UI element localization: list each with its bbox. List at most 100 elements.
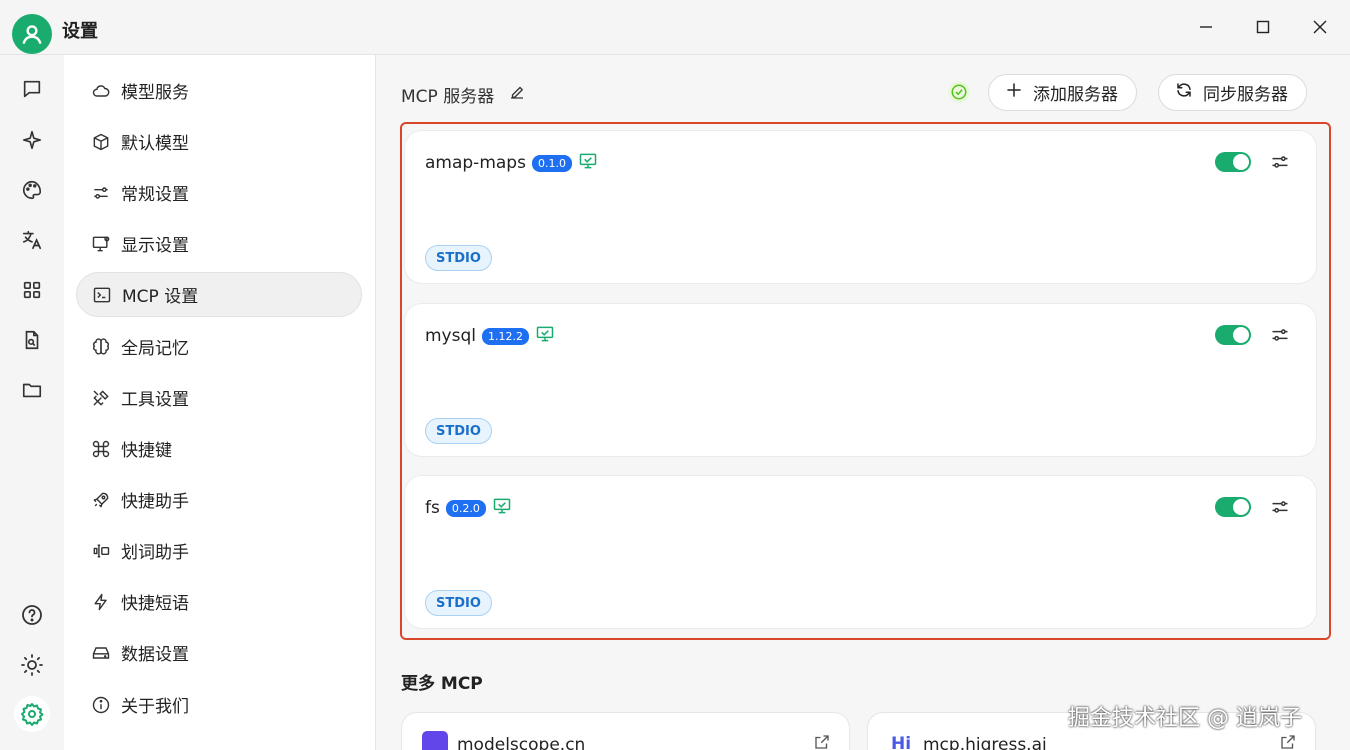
transport-tag: STDIO [425,245,492,271]
server-header: mysql 1.12.2 [425,324,555,348]
menu-item-selection-assistant[interactable]: 划词助手 [76,528,362,573]
server-card[interactable]: fs 0.2.0 STDIO [404,475,1317,629]
menu-item-label: 全局记忆 [121,339,189,359]
menu-item-label: 常规设置 [121,185,189,205]
server-card[interactable]: mysql 1.12.2 STDIO [404,303,1317,457]
sliders-icon [90,182,112,204]
watermark: 掘金技术社区 @ 逍岚子 [1068,706,1302,731]
tools-icon [90,387,112,409]
menu-item-tool-settings[interactable]: 工具设置 [76,375,362,420]
server-enable-toggle[interactable] [1215,497,1251,517]
server-header: amap-maps 0.1.0 [425,151,598,175]
palette-icon[interactable] [14,172,50,208]
server-settings-icon[interactable] [1268,150,1292,174]
text-select-icon [90,540,112,562]
transport-tag: STDIO [425,590,492,616]
window-title: 设置 [62,21,98,42]
menu-item-label: 快捷短语 [121,594,189,614]
translate-icon[interactable] [14,222,50,258]
menu-item-global-memory[interactable]: 全局记忆 [76,324,362,369]
add-server-button[interactable]: 添加服务器 [988,74,1137,111]
site-name: mcp.higress.ai [923,735,1047,750]
menu-item-label: 快捷助手 [121,492,189,512]
menu-item-label: 模型服务 [121,83,189,103]
terminal-icon [91,284,113,306]
title-bar: 设置 [0,0,1350,55]
server-name: fs [425,498,440,518]
monitor-icon [535,324,555,348]
external-link-icon [813,733,831,750]
transport-tag: STDIO [425,418,492,444]
version-badge: 1.12.2 [482,327,529,345]
server-card[interactable]: amap-maps 0.1.0 STDIO [404,130,1317,284]
site-card-modelscope[interactable]: modelscope.cn [401,712,850,750]
menu-item-label: 显示设置 [121,236,189,256]
icon-rail [0,55,64,750]
hard-drive-icon [90,642,112,664]
site-name: modelscope.cn [457,735,586,750]
settings-gear-icon[interactable] [14,696,50,732]
minimize-button[interactable] [1191,12,1221,42]
server-header: fs 0.2.0 [425,496,512,520]
maximize-button[interactable] [1248,12,1278,42]
sun-icon[interactable] [14,647,50,683]
menu-item-mcp-settings[interactable]: MCP 设置 [76,272,362,317]
menu-item-label: 工具设置 [121,390,189,410]
more-mcp-title: 更多 MCP [401,674,483,694]
user-avatar-icon[interactable] [12,14,52,54]
server-name: mysql [425,326,476,346]
version-badge: 0.2.0 [445,499,486,517]
server-settings-icon[interactable] [1268,495,1292,519]
command-icon [90,438,112,460]
menu-item-quick-phrases[interactable]: 快捷短语 [76,579,362,624]
monitor-icon [578,151,598,175]
menu-item-quick-assistant[interactable]: 快捷助手 [76,477,362,522]
close-button[interactable] [1305,12,1335,42]
server-name: amap-maps [425,153,526,173]
add-server-label: 添加服务器 [1033,85,1118,105]
sync-server-button[interactable]: 同步服务器 [1158,74,1307,111]
menu-item-shortcuts[interactable]: 快捷键 [76,426,362,471]
menu-item-label: 数据设置 [121,645,189,665]
sparkle-icon[interactable] [14,122,50,158]
apps-grid-icon[interactable] [14,272,50,308]
page-title-text: MCP 服务器 [401,87,495,107]
menu-item-label: 默认模型 [121,134,189,154]
server-enable-toggle[interactable] [1215,152,1251,172]
cube-icon [90,131,112,153]
file-search-icon[interactable] [14,322,50,358]
menu-item-label: MCP 设置 [122,287,199,307]
menu-item-default-model[interactable]: 默认模型 [76,119,362,164]
info-icon [90,694,112,716]
menu-item-model-service[interactable]: 模型服务 [76,68,362,113]
edit-icon[interactable] [508,83,526,106]
chat-icon[interactable] [14,71,50,107]
server-list: amap-maps 0.1.0 STDIO mysql 1.12.2 STDIO… [400,122,1331,640]
menu-item-label: 快捷键 [121,441,172,461]
plus-icon [1005,81,1023,104]
menu-item-general-settings[interactable]: 常规设置 [76,170,362,215]
server-enable-toggle[interactable] [1215,325,1251,345]
external-link-icon [1279,733,1297,750]
server-settings-icon[interactable] [1268,323,1292,347]
monitor-icon [492,496,512,520]
mcp-content: MCP 服务器 添加服务器 同步服务器 amap-maps 0.1.0 STDI… [376,55,1350,750]
settings-menu: 模型服务 默认模型 常规设置 显示设置 MCP 设置 全局记忆 工具设置 快捷键… [64,55,376,750]
version-badge: 0.1.0 [531,154,572,172]
cloud-icon [90,80,112,102]
menu-item-about-us[interactable]: 关于我们 [76,682,362,727]
folder-icon[interactable] [14,372,50,408]
monitor-settings-icon [90,233,112,255]
sync-icon [1175,81,1193,104]
help-icon[interactable] [14,597,50,633]
sync-server-label: 同步服务器 [1203,85,1288,105]
page-title: MCP 服务器 [401,82,526,107]
menu-item-label: 划词助手 [121,543,189,563]
higress-logo-icon: Hi [888,731,914,750]
modelscope-logo-icon [422,731,448,750]
check-circle-icon [948,81,970,103]
zap-icon [90,591,112,613]
rocket-icon [90,489,112,511]
menu-item-display-settings[interactable]: 显示设置 [76,221,362,266]
menu-item-data-settings[interactable]: 数据设置 [76,630,362,675]
